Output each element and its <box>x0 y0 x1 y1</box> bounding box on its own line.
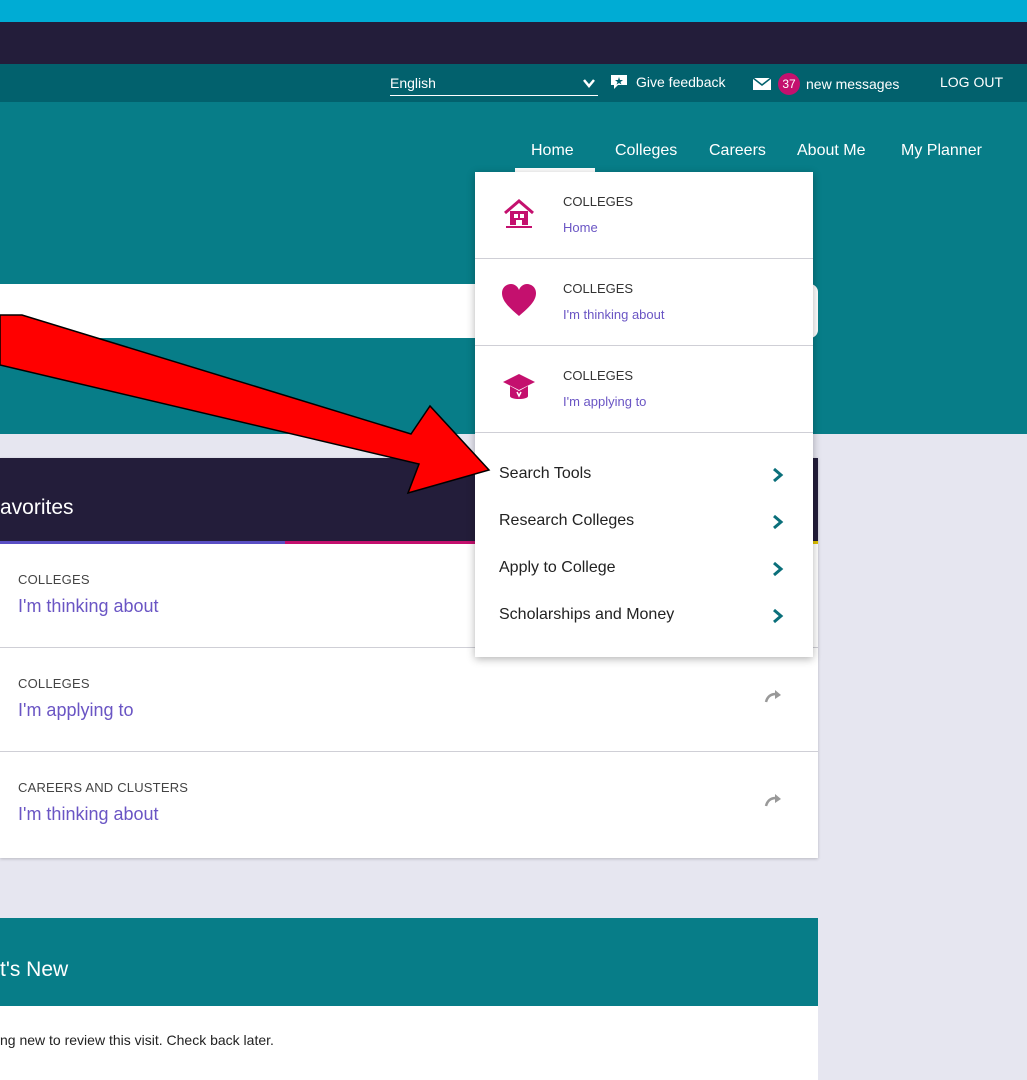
whats-new-card: t's New ng new to review this visit. Che… <box>0 918 818 1080</box>
chevron-right-icon <box>773 608 784 624</box>
dropdown-link-apply-to-college[interactable]: Apply to College <box>475 549 813 596</box>
dropdown-favorite-home[interactable]: COLLEGES Home <box>475 172 813 259</box>
dropdown-link-search-tools[interactable]: Search Tools <box>475 455 813 502</box>
nav-careers[interactable]: Careers <box>709 142 766 160</box>
message-count-badge: 37 <box>778 73 800 95</box>
row-link[interactable]: I'm applying to <box>18 700 134 721</box>
dropdown-link-label: Apply to College <box>499 559 616 576</box>
envelope-icon <box>752 77 772 90</box>
colleges-dropdown-menu: COLLEGES Home COLLEGES I'm thinking abou… <box>475 172 813 657</box>
favorite-row[interactable]: COLLEGES I'm applying to <box>0 648 818 752</box>
whats-new-title: t's New <box>0 958 69 981</box>
dropdown-sub: I'm thinking about <box>563 307 665 322</box>
feedback-icon <box>611 75 627 89</box>
top-accent-strip <box>0 0 1027 22</box>
messages-label: new messages <box>806 76 900 92</box>
row-link[interactable]: I'm thinking about <box>18 596 159 617</box>
top-dark-bar <box>0 22 1027 64</box>
chevron-right-icon <box>773 561 784 577</box>
chevron-down-icon <box>583 79 595 88</box>
row-kicker: COLLEGES <box>18 676 90 691</box>
favorite-row[interactable]: CAREERS AND CLUSTERS I'm thinking about <box>0 752 818 856</box>
dropdown-sub: Home <box>563 220 598 235</box>
dropdown-kicker: COLLEGES <box>563 281 634 296</box>
give-feedback-link[interactable]: Give feedback <box>610 74 726 90</box>
nav-my-planner[interactable]: My Planner <box>901 142 982 160</box>
nav-about-me[interactable]: About Me <box>797 142 865 160</box>
dropdown-link-research-colleges[interactable]: Research Colleges <box>475 502 813 549</box>
annotation-arrow <box>0 314 491 495</box>
dropdown-kicker: COLLEGES <box>563 368 634 383</box>
nav-home[interactable]: Home <box>531 142 574 160</box>
row-kicker: COLLEGES <box>18 572 90 587</box>
dropdown-kicker: COLLEGES <box>563 194 634 209</box>
logout-link[interactable]: LOG OUT <box>940 74 1003 90</box>
share-arrow-icon[interactable] <box>764 690 782 704</box>
feedback-label: Give feedback <box>636 74 726 90</box>
messages-link[interactable]: 37 new messages <box>752 73 899 95</box>
language-value: English <box>390 75 436 91</box>
whats-new-header: t's New <box>0 918 818 1006</box>
row-kicker: CAREERS AND CLUSTERS <box>18 780 189 795</box>
share-arrow-icon[interactable] <box>764 794 782 808</box>
whats-new-body: ng new to review this visit. Check back … <box>0 1032 274 1048</box>
row-link[interactable]: I'm thinking about <box>18 804 159 825</box>
chevron-right-icon <box>773 514 784 530</box>
dropdown-sub: I'm applying to <box>563 394 647 409</box>
dropdown-link-scholarships[interactable]: Scholarships and Money <box>475 596 813 643</box>
dropdown-link-label: Scholarships and Money <box>499 606 675 623</box>
language-select[interactable]: English <box>390 72 598 96</box>
dropdown-links: Search Tools Research Colleges Apply to … <box>475 433 813 643</box>
chevron-right-icon <box>773 467 784 483</box>
utility-bar: English Give feedback 37 new messages LO… <box>0 64 1027 102</box>
dropdown-favorite-thinking[interactable]: COLLEGES I'm thinking about <box>475 259 813 346</box>
dropdown-favorite-applying[interactable]: COLLEGES I'm applying to <box>475 346 813 433</box>
main-nav: Home Colleges Careers About Me My Planne… <box>0 140 1027 172</box>
nav-colleges[interactable]: Colleges <box>615 142 677 160</box>
house-icon <box>504 199 534 228</box>
